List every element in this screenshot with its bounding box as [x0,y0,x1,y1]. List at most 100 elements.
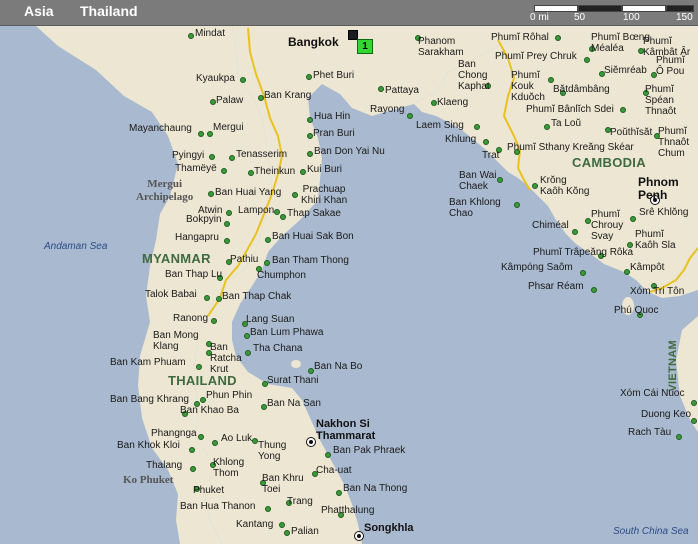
city-nakhon[interactable]: Nakhon Si Thammarat [316,418,375,442]
town-banratchakrut[interactable]: Ban Ratcha Krut [210,342,242,375]
town-mindat[interactable]: Mindat [195,28,225,39]
town-phumirohal[interactable]: Phumĭ Rôhal [491,32,549,43]
town-pranburi[interactable]: Pran Buri [313,128,355,139]
town-banmongklang[interactable]: Ban Mong Klang [153,330,199,352]
bangkok-badge[interactable]: 1 [357,39,373,54]
town-banwaichaek[interactable]: Ban Wai Chaek [459,170,496,192]
town-bandonyainu[interactable]: Ban Don Yai Nu [314,146,385,157]
town-phumithnaot[interactable]: Phumĭ Thnaôt Chum [658,126,689,159]
town-pouthisat[interactable]: Poŭthĭsăt [610,127,652,138]
town-phsarream[interactable]: Phsar Réam [528,281,584,292]
town-batdambang[interactable]: Bătdâmbâng [553,84,610,95]
town-phumikoukkduoch[interactable]: Phumĭ Kouk Kduŏch [511,70,545,103]
town-trang[interactable]: Trang [287,496,313,507]
town-banlumphawa[interactable]: Ban Lum Phawa [250,327,323,338]
town-banhuathanon[interactable]: Ban Hua Thanon [180,501,255,512]
town-laemsing[interactable]: Laem Sing [416,120,464,131]
town-mayanchaung[interactable]: Mayanchaung [129,123,192,134]
town-banbangkhrang[interactable]: Ban Bang Khrang [110,394,189,405]
town-phumiopou[interactable]: Phumĭ Ô Pou [656,55,685,77]
town-kuiburi[interactable]: Kui Buri [307,164,342,175]
town-bankamphuam[interactable]: Ban Kam Phuam [110,357,186,368]
town-banchong[interactable]: Ban Chong Kaphat [458,59,490,92]
town-banthapchak[interactable]: Ban Thap Chak [222,291,291,302]
town-pathiu[interactable]: Pathiu [230,254,258,265]
breadcrumb-thailand[interactable]: Thailand [80,3,138,19]
town-phatthalung[interactable]: Phatthalung [321,505,374,516]
town-bankhlongchao[interactable]: Ban Khlong Chao [449,197,501,219]
town-khlongthom[interactable]: Khlong Thom [213,457,244,479]
town-phumichrouy[interactable]: Phumĭ Chrouy Svay [591,209,623,242]
town-bankhaoba[interactable]: Ban Khao Ba [180,405,239,416]
town-kantang[interactable]: Kantang [236,519,273,530]
town-phangnga[interactable]: Phangnga [151,428,197,439]
town-kronkaohkong[interactable]: Krŏng Kaôh Kŏng [540,175,590,197]
town-phumispean[interactable]: Phumĭ Spéan Thnaôt [645,84,676,117]
town-bannasan[interactable]: Ban Na San [267,398,321,409]
map-view[interactable]: Asia Thailand 0 mi 50 100 150 1 Bangkok … [0,0,698,544]
town-phunphin[interactable]: Phun Phin [206,390,252,401]
town-huahin[interactable]: Hua Hin [314,111,350,122]
town-xomtriton[interactable]: Xóm Tri Tôn [630,286,684,297]
town-thungyong[interactable]: Thung Yong [258,440,286,462]
town-thameye[interactable]: Thamëyë [175,163,217,174]
town-ranong[interactable]: Ranong [173,313,208,324]
town-banpakphraek[interactable]: Ban Pak Phraek [333,445,405,456]
town-thalang[interactable]: Thalang [146,460,182,471]
town-banhuaiyang[interactable]: Ban Huai Yang [215,187,281,198]
town-bankhrutoei[interactable]: Ban Khru Toei [262,473,304,495]
town-talou[interactable]: Ta Loŭ [551,118,581,129]
town-phumibanlichsdei[interactable]: Phumĭ Bânlĭch Sdei [526,104,614,115]
city-bangkok[interactable]: Bangkok [288,36,339,48]
town-pattaya[interactable]: Pattaya [385,85,419,96]
town-pyingyi[interactable]: Pyingyi [172,150,204,161]
town-langsuan[interactable]: Lang Suan [246,314,294,325]
town-kampot[interactable]: Kâmpôt [630,262,664,273]
city-songkhla[interactable]: Songkhla [364,523,414,534]
town-banthaplu[interactable]: Ban Thap Lu [165,269,222,280]
town-mergui[interactable]: Mergui [213,122,244,133]
city-phnompenh[interactable]: Phnom Penh [638,176,679,202]
town-bankhokkloi[interactable]: Ban Khok Kloi [117,440,180,451]
breadcrumb-asia[interactable]: Asia [24,3,54,19]
town-rachtau[interactable]: Rach Tàu [628,427,671,438]
town-phumikaohsla[interactable]: Phumĭ Kaôh Sla [635,229,676,251]
town-bokpyin[interactable]: Bokpyin [186,214,222,225]
town-hangapru[interactable]: Hangapru [175,232,219,243]
town-thachana[interactable]: Tha Chana [253,343,302,354]
town-chumphon[interactable]: Chumphon [257,270,306,281]
town-lampon[interactable]: Lampon [238,205,274,216]
town-trat[interactable]: Trat [482,150,499,161]
town-palian[interactable]: Palian [291,526,319,537]
town-phetburi[interactable]: Phet Buri [313,70,354,81]
town-rayong[interactable]: Rayong [370,104,404,115]
town-duongkeo[interactable]: Duong Keo [641,409,691,420]
town-theinkun[interactable]: Theinkun [254,166,295,177]
town-klaeng[interactable]: Klaeng [437,97,468,108]
town-xomcainuoc[interactable]: Xóm Cái Nuoc [620,388,684,399]
town-srekhlong[interactable]: Srê Khlŏng [639,207,688,218]
town-phumipreychruk[interactable]: Phumĭ Prey Chruk [495,51,577,62]
town-bannathong[interactable]: Ban Na Thong [343,483,407,494]
town-palaw[interactable]: Palaw [216,95,243,106]
town-phanom[interactable]: Phanom Sarakham [418,36,464,58]
town-tenasserim[interactable]: Tenasserim [236,149,287,160]
town-kampongsaom[interactable]: Kâmpóng Saôm [501,262,573,273]
town-bannabo[interactable]: Ban Na Bo [314,361,362,372]
town-phumitrapeang[interactable]: Phumĭ Trâpeăng Rôka [533,247,633,258]
town-phumisthanykraeng[interactable]: Phumĭ Sthany Kreăng Skéar [507,142,634,153]
town-talokbabai[interactable]: Talok Babai [145,289,197,300]
town-prachuap[interactable]: Prachuap Khiri Khan [301,184,347,206]
town-kyaukpa[interactable]: Kyaukpa [196,73,235,84]
town-banthamthong[interactable]: Ban Tham Thong [272,255,349,266]
town-thapsakae[interactable]: Thap Sakae [287,208,341,219]
town-phuket[interactable]: Phuket [193,485,224,496]
town-phuquoc[interactable]: Phú Quoc [614,305,658,316]
town-bankrang[interactable]: Ban Krang [264,90,311,101]
town-banhuaisakbon[interactable]: Ban Huai Sak Bon [272,231,354,242]
town-chauat[interactable]: Cha-uat [316,465,352,476]
town-khlung[interactable]: Khlung [445,134,476,145]
town-siemreab[interactable]: Siĕmréab [604,65,647,76]
town-chimeal[interactable]: Chiméal [532,220,569,231]
town-suratthani[interactable]: Surat Thani [267,375,319,386]
